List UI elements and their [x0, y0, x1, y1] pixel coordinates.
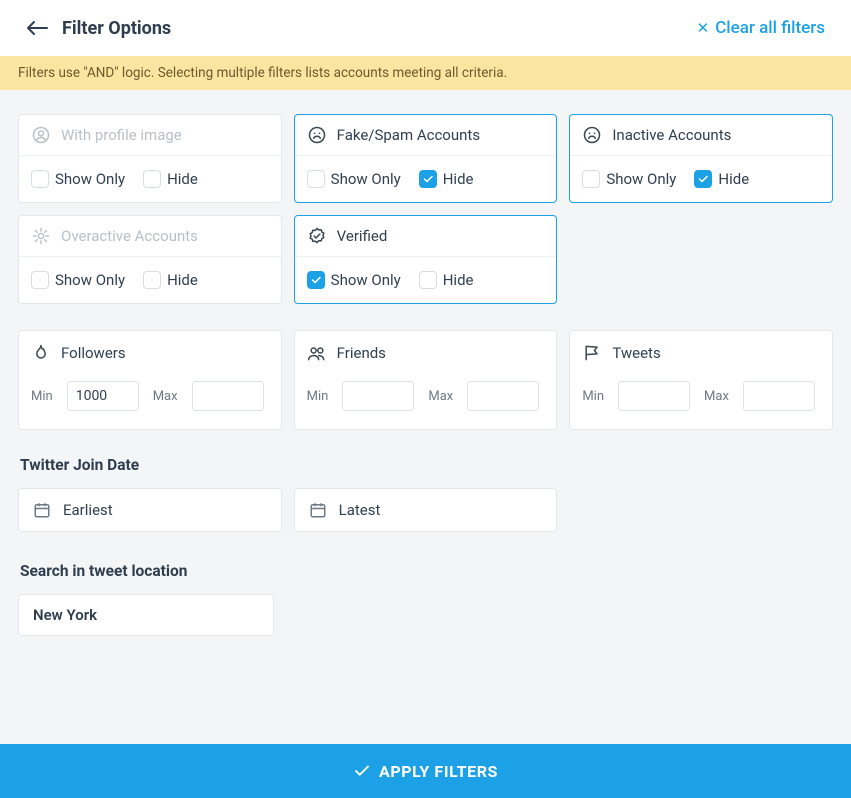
apply-filters-button[interactable]: APPLY FILTERS	[0, 744, 851, 798]
min-label: Min	[307, 389, 329, 404]
show-only-checkbox-overactive[interactable]: Show Only	[31, 271, 125, 289]
latest-label: Latest	[339, 501, 381, 519]
location-input[interactable]	[18, 594, 274, 636]
join-date-row: Earliest Latest	[18, 488, 833, 532]
person-icon	[31, 125, 51, 145]
join-date-title: Twitter Join Date	[20, 456, 833, 474]
filter-card-body: Show Only Hide	[295, 257, 557, 303]
min-input-tweets[interactable]	[618, 381, 690, 411]
hide-checkbox-overactive[interactable]: Hide	[143, 271, 198, 289]
show-only-checkbox-fake-spam[interactable]: Show Only	[307, 170, 401, 188]
max-input-friends[interactable]	[467, 381, 539, 411]
filter-card-header: Inactive Accounts	[570, 115, 832, 156]
filter-label: Verified	[337, 227, 388, 245]
min-label: Min	[582, 389, 604, 404]
show-only-checkbox-inactive[interactable]: Show Only	[582, 170, 676, 188]
max-input-followers[interactable]	[192, 381, 264, 411]
range-card-header: Followers	[31, 343, 269, 363]
calendar-icon	[33, 501, 51, 519]
filter-card-inactive: Inactive Accounts Show Only Hide	[569, 114, 833, 203]
earliest-label: Earliest	[63, 501, 113, 519]
range-card-header: Friends	[307, 343, 545, 363]
max-label: Max	[153, 389, 178, 404]
clear-all-filters[interactable]: ✕ Clear all filters	[697, 18, 825, 38]
hide-checkbox-profile-image[interactable]: Hide	[143, 170, 198, 188]
filter-card-verified: Verified Show Only Hide	[294, 215, 558, 304]
earliest-date-picker[interactable]: Earliest	[18, 488, 282, 532]
check-icon	[353, 762, 371, 780]
range-filters-grid: Followers Min Max Friends Min Max Tweets Min Max	[18, 330, 833, 430]
range-card-tweets: Tweets Min Max	[569, 330, 833, 430]
range-label: Followers	[61, 344, 126, 362]
show-only-checkbox-profile-image[interactable]: Show Only	[31, 170, 125, 188]
badge-icon	[307, 226, 327, 246]
flag-icon	[582, 343, 602, 363]
filter-card-header: Fake/Spam Accounts	[295, 115, 557, 156]
min-input-friends[interactable]	[342, 381, 414, 411]
hide-checkbox-inactive[interactable]: Hide	[694, 170, 749, 188]
sad-icon	[307, 125, 327, 145]
filter-card-fake-spam: Fake/Spam Accounts Show Only Hide	[294, 114, 558, 203]
attribute-filters-grid: With profile imageShow OnlyHideFake/Spam…	[18, 114, 833, 304]
filter-card-overactive: Overactive Accounts Show Only Hide	[18, 215, 282, 304]
filter-label: With profile image	[61, 126, 182, 144]
range-label: Tweets	[612, 344, 660, 362]
location-title: Search in tweet location	[20, 562, 833, 580]
filter-card-body: Show Only Hide	[570, 156, 832, 202]
page-title: Filter Options	[62, 18, 171, 39]
filter-label: Fake/Spam Accounts	[337, 126, 480, 144]
range-card-friends: Friends Min Max	[294, 330, 558, 430]
apply-label: APPLY FILTERS	[379, 762, 498, 781]
close-icon: ✕	[697, 19, 710, 37]
filter-card-profile-image: With profile image Show Only Hide	[18, 114, 282, 203]
header: Filter Options ✕ Clear all filters	[0, 0, 851, 56]
people-icon	[307, 343, 327, 363]
range-label: Friends	[337, 344, 386, 362]
arrow-left-icon	[26, 20, 48, 36]
filter-card-header: Verified	[295, 216, 557, 257]
filter-label: Inactive Accounts	[612, 126, 731, 144]
range-card-header: Tweets	[582, 343, 820, 363]
back-button[interactable]	[26, 17, 48, 39]
sad-icon	[582, 125, 602, 145]
filter-card-body: Show Only Hide	[295, 156, 557, 202]
gear-icon	[31, 226, 51, 246]
filter-label: Overactive Accounts	[61, 227, 198, 245]
latest-date-picker[interactable]: Latest	[294, 488, 558, 532]
min-input-followers[interactable]	[67, 381, 139, 411]
flame-icon	[31, 343, 51, 363]
min-label: Min	[31, 389, 53, 404]
hide-checkbox-verified[interactable]: Hide	[419, 271, 474, 289]
max-label: Max	[704, 389, 729, 404]
range-card-followers: Followers Min Max	[18, 330, 282, 430]
filter-card-header: With profile image	[19, 115, 281, 156]
calendar-icon	[309, 501, 327, 519]
info-bar: Filters use "AND" logic. Selecting multi…	[0, 56, 851, 90]
filter-card-body: Show Only Hide	[19, 156, 281, 202]
show-only-checkbox-verified[interactable]: Show Only	[307, 271, 401, 289]
max-label: Max	[428, 389, 453, 404]
max-input-tweets[interactable]	[743, 381, 815, 411]
hide-checkbox-fake-spam[interactable]: Hide	[419, 170, 474, 188]
filter-card-header: Overactive Accounts	[19, 216, 281, 257]
filter-card-body: Show Only Hide	[19, 257, 281, 303]
clear-all-label: Clear all filters	[715, 18, 825, 38]
